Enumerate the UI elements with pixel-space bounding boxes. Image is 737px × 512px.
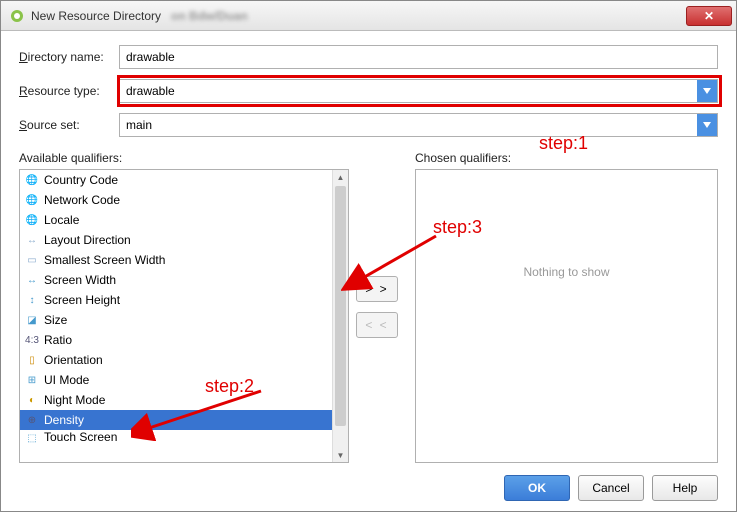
row-source-set: Source set: main	[19, 113, 718, 137]
label-resource-type: Resource type:	[19, 84, 119, 98]
scrollbar-vertical[interactable]: ▲ ▼	[332, 170, 348, 462]
ratio-icon: 4:3	[24, 332, 40, 348]
list-item-label: Locale	[44, 213, 79, 227]
list-item[interactable]: ↕ Screen Height	[20, 290, 348, 310]
list-item[interactable]: 🌐 Network Code	[20, 190, 348, 210]
list-item-label: Screen Height	[44, 293, 120, 307]
layout-icon: ↔	[24, 232, 40, 248]
row-resource-type: Resource type: drawable	[19, 79, 718, 103]
width-icon: ▭	[24, 252, 40, 268]
orientation-icon: ▯	[24, 352, 40, 368]
label-source-set: Source set:	[19, 118, 119, 132]
scroll-up-icon[interactable]: ▲	[333, 170, 348, 184]
list-item[interactable]: ▭ Smallest Screen Width	[20, 250, 348, 270]
list-item[interactable]: ⬚ Touch Screen	[20, 430, 348, 444]
chevron-down-icon	[697, 80, 717, 102]
label-available-qualifiers: Available qualifiers:	[19, 151, 349, 165]
dialog-content: Directory name: Resource type: drawable …	[1, 31, 736, 511]
dropdown-source-set-value: main	[126, 118, 152, 132]
qualifiers-area: Available qualifiers: 🌐 Country Code 🌐 Netw…	[19, 151, 718, 463]
width-icon: ↔	[24, 272, 40, 288]
list-item-label: Touch Screen	[44, 430, 117, 444]
ok-button[interactable]: OK	[504, 475, 570, 501]
night-icon: ◐	[24, 392, 40, 408]
list-item-label: Smallest Screen Width	[44, 253, 165, 267]
dropdown-source-set[interactable]: main	[119, 113, 718, 137]
scroll-down-icon[interactable]: ▼	[333, 448, 348, 462]
height-icon: ↕	[24, 292, 40, 308]
list-item-label: Screen Width	[44, 273, 116, 287]
window-title-blur: on Bdw/Duan	[171, 9, 248, 23]
button-add-qualifier[interactable]: > >	[356, 276, 398, 302]
list-item-label: Night Mode	[44, 393, 105, 407]
list-item[interactable]: ↔ Screen Width	[20, 270, 348, 290]
column-chosen: Chosen qualifiers: Nothing to show	[415, 151, 718, 463]
dropdown-resource-type-value: drawable	[126, 84, 175, 98]
dropdown-resource-type[interactable]: drawable	[119, 79, 718, 103]
help-button[interactable]: Help	[652, 475, 718, 501]
globe-icon: 🌐	[24, 172, 40, 188]
empty-placeholder: Nothing to show	[416, 265, 717, 279]
window-title: New Resource Directory	[31, 9, 161, 23]
size-icon: ◪	[24, 312, 40, 328]
chevron-down-icon	[697, 114, 717, 136]
button-remove-qualifier[interactable]: < <	[356, 312, 398, 338]
label-chosen-qualifiers: Chosen qualifiers:	[415, 151, 718, 165]
density-icon: ⊕	[24, 412, 40, 428]
list-item[interactable]: ◪ Size	[20, 310, 348, 330]
titlebar: New Resource Directory on Bdw/Duan ✕	[1, 1, 736, 31]
list-item-label: Country Code	[44, 173, 118, 187]
list-item[interactable]: ▯ Orientation	[20, 350, 348, 370]
listbox-chosen[interactable]: Nothing to show	[415, 169, 718, 463]
cancel-button[interactable]: Cancel	[578, 475, 644, 501]
input-directory-name[interactable]	[119, 45, 718, 69]
list-item-label: Size	[44, 313, 67, 327]
ui-mode-icon: ⊞	[24, 372, 40, 388]
list-item-label: Ratio	[44, 333, 72, 347]
scroll-thumb[interactable]	[335, 186, 346, 426]
list-item[interactable]: 🌐 Locale	[20, 210, 348, 230]
dialog-window: New Resource Directory on Bdw/Duan ✕ Dir…	[0, 0, 737, 512]
list-item[interactable]: 🌐 Country Code	[20, 170, 348, 190]
list-item[interactable]: ⊕ Density	[20, 410, 348, 430]
label-directory-name: Directory name:	[19, 50, 119, 64]
column-available: Available qualifiers: 🌐 Country Code 🌐 Netw…	[19, 151, 349, 463]
list-item-label: Orientation	[44, 353, 103, 367]
list-item-label: Network Code	[44, 193, 120, 207]
list-item[interactable]: ◐ Night Mode	[20, 390, 348, 410]
dialog-button-row: OK Cancel Help	[19, 463, 718, 501]
list-item[interactable]: ⊞ UI Mode	[20, 370, 348, 390]
row-directory-name: Directory name:	[19, 45, 718, 69]
app-icon	[9, 8, 25, 24]
globe-icon: 🌐	[24, 192, 40, 208]
listbox-available[interactable]: 🌐 Country Code 🌐 Network Code 🌐 Locale ↔ Layout…	[19, 169, 349, 463]
list-item[interactable]: 4:3 Ratio	[20, 330, 348, 350]
list-item-label: Density	[44, 413, 84, 427]
list-item-label: Layout Direction	[44, 233, 131, 247]
list-item[interactable]: ↔ Layout Direction	[20, 230, 348, 250]
close-icon: ✕	[704, 9, 714, 23]
globe-icon: 🌐	[24, 212, 40, 228]
list-item-label: UI Mode	[44, 373, 89, 387]
close-button[interactable]: ✕	[686, 6, 732, 26]
column-move-buttons: > > < <	[349, 151, 405, 463]
touch-icon: ⬚	[24, 430, 40, 444]
